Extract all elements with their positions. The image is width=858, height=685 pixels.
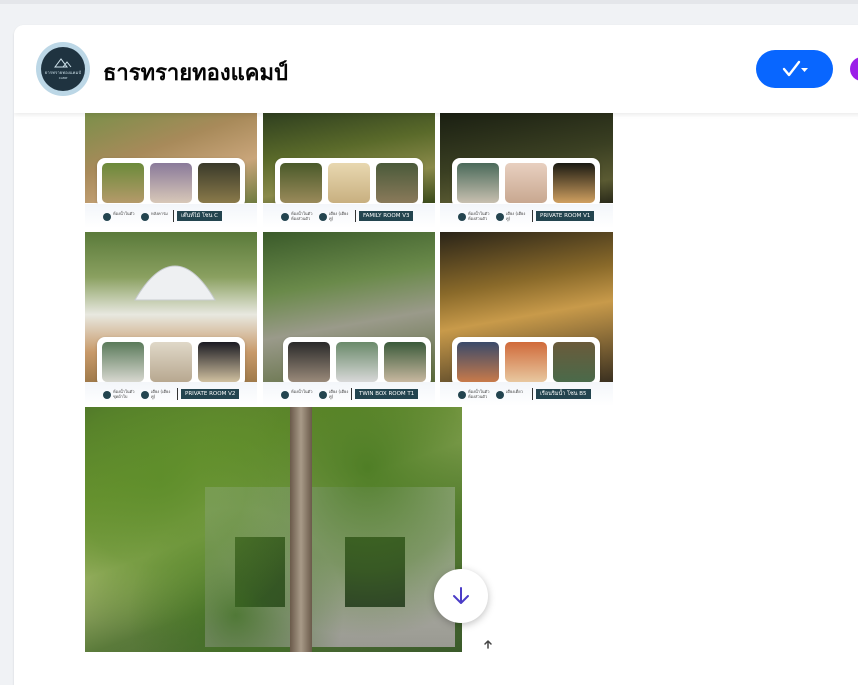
thumbnail	[198, 163, 240, 203]
page-avatar[interactable]: ธารทรายทองแคมป์ CAMP	[36, 42, 90, 96]
thumbnail	[553, 342, 595, 382]
divider	[177, 388, 178, 400]
info-icon	[458, 213, 466, 221]
thumbnail	[102, 163, 144, 203]
info-text: เตียง (เตียงคู่)	[329, 211, 349, 221]
divider	[351, 388, 352, 400]
thumbnail	[457, 163, 499, 203]
tent-shape	[134, 265, 216, 301]
page-header: ธารทรายทองแคมป์ CAMP ธารทรายทองแคมป์	[14, 25, 858, 113]
thumbnail	[457, 342, 499, 382]
thumbnail-strip	[452, 337, 600, 387]
thumbnail	[288, 342, 330, 382]
divider	[532, 388, 533, 400]
arrow-down-icon	[453, 587, 469, 604]
camp-logo: ธารทรายทองแคมป์ CAMP	[41, 47, 85, 91]
info-text: ห้องน้ำในตัว ห้องส่วนตัว	[291, 211, 313, 221]
check-dropdown-icon	[782, 60, 808, 77]
thumbnail-strip	[97, 337, 245, 387]
info-icon	[496, 391, 504, 399]
thumbnail	[150, 163, 192, 203]
photo-tile[interactable]: ห้องน้ำในตัว ห้องส่วนตัว เตียง (เตียงคู่…	[263, 113, 435, 228]
info-text: เตียง (เตียงคู่)	[506, 211, 526, 221]
thumbnail	[384, 342, 426, 382]
photo-tile[interactable]: ห้องน้ำในตัว ห้องส่วนตัว เตียง (เตียงคู่…	[440, 113, 613, 228]
room-tag: PRIVATE ROOM V1	[536, 211, 595, 221]
info-icon	[141, 213, 149, 221]
thumbnail-strip	[452, 158, 600, 208]
thumbnail	[376, 163, 418, 203]
thumbnail	[150, 342, 192, 382]
room-tag: TWIN BOX ROOM T1	[355, 389, 419, 399]
photo-tile[interactable]: ห้องน้ำในตัว ห้องส่วนตัว เตียงเดี่ยว เรื…	[440, 232, 613, 406]
tent-icon	[54, 58, 72, 68]
profile-avatar-small[interactable]	[850, 57, 858, 81]
info-icon	[319, 213, 327, 221]
arrow-up-icon	[484, 640, 492, 649]
room-info-bar: ห้องน้ำในตัว ห้องส่วนตัว เตียง (เตียงคู่…	[440, 204, 613, 228]
thumbnail	[505, 342, 547, 382]
thumbnail-strip	[97, 158, 245, 208]
thumbnail-strip	[283, 337, 431, 387]
logo-subtext: CAMP	[58, 76, 68, 80]
info-icon	[281, 391, 289, 399]
thumbnail	[328, 163, 370, 203]
scroll-up-button[interactable]	[482, 638, 494, 650]
room-tag: เรือนริมน้ำ โซน B5	[536, 389, 591, 399]
info-icon	[141, 391, 149, 399]
thumbnail	[553, 163, 595, 203]
room-info-bar: ห้องน้ำในตัว หลังคาร่ม เต๊นท์ไม้ โซน C	[85, 204, 257, 228]
foliage	[85, 407, 462, 652]
divider	[173, 210, 174, 222]
room-info-bar: ห้องน้ำในตัว เตียง (เตียงคู่) TWIN BOX R…	[263, 382, 435, 406]
info-icon	[496, 213, 504, 221]
room-info-bar: ห้องน้ำในตัว ห้องส่วนตัว เตียง (เตียงคู่…	[263, 204, 435, 228]
thumbnail	[102, 342, 144, 382]
info-text: ห้องน้ำในตัว	[113, 211, 135, 216]
page-title[interactable]: ธารทรายทองแคมป์	[103, 55, 288, 90]
info-icon	[103, 391, 111, 399]
info-text: ห้องน้ำในตัว ห้องส่วนตัว	[468, 389, 490, 399]
scroll-down-button[interactable]	[434, 569, 488, 623]
room-tag: FAMILY ROOM V3	[359, 211, 414, 221]
room-info-bar: ห้องน้ำในตัว ชุดผ้าใบ เตียง (เตียงคู่) P…	[85, 382, 257, 406]
top-nav-bar	[0, 0, 858, 4]
thumbnail	[280, 163, 322, 203]
info-icon	[458, 391, 466, 399]
large-photo[interactable]	[85, 407, 462, 652]
divider	[532, 210, 533, 222]
room-tag: เต๊นท์ไม้ โซน C	[177, 211, 223, 221]
info-text: ห้องน้ำในตัว ชุดผ้าใบ	[113, 389, 135, 399]
info-text: เตียง (เตียงคู่)	[329, 389, 349, 399]
info-icon	[103, 213, 111, 221]
info-text: ห้องน้ำในตัว	[291, 389, 313, 394]
logo-text: ธารทรายทองแคมป์	[44, 70, 82, 75]
thumbnail	[198, 342, 240, 382]
info-icon	[281, 213, 289, 221]
divider	[355, 210, 356, 222]
thumbnail-strip	[275, 158, 423, 208]
info-text: หลังคาร่ม	[151, 211, 168, 216]
photo-tile[interactable]: ห้องน้ำในตัว เตียง (เตียงคู่) TWIN BOX R…	[263, 232, 435, 406]
photo-tile[interactable]: ห้องน้ำในตัว ชุดผ้าใบ เตียง (เตียงคู่) P…	[85, 232, 257, 406]
thumbnail	[336, 342, 378, 382]
photo-tile[interactable]: ห้องน้ำในตัว หลังคาร่ม เต๊นท์ไม้ โซน C	[85, 113, 257, 228]
following-button[interactable]	[756, 50, 833, 88]
thumbnail	[505, 163, 547, 203]
room-tag: PRIVATE ROOM V2	[181, 389, 240, 399]
tree-trunk	[290, 407, 312, 652]
info-text: เตียง (เตียงคู่)	[151, 389, 171, 399]
info-text: ห้องน้ำในตัว ห้องส่วนตัว	[468, 211, 490, 221]
info-text: เตียงเดี่ยว	[506, 389, 523, 394]
info-icon	[319, 391, 327, 399]
room-info-bar: ห้องน้ำในตัว ห้องส่วนตัว เตียงเดี่ยว เรื…	[440, 382, 613, 406]
